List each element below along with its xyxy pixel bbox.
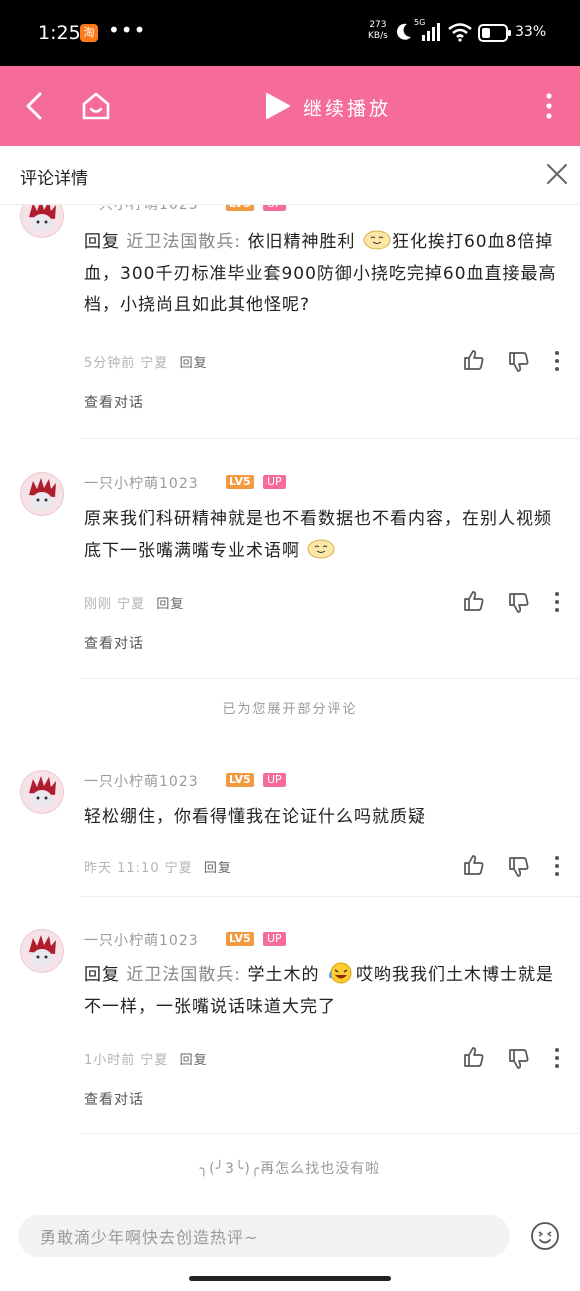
comment-text: 回复 近卫法国散兵: 学土木的 哎哟我我们土木博士就是不一样，一张嘴说话味道大完… [84,960,560,1023]
like-icon[interactable] [462,589,486,617]
comment-text-part: 轻松绷住，你看得懂我在论证什么吗就质疑 [84,807,426,827]
reply-prefix: 回复 [84,965,120,985]
comment-text: 原来我们科研精神就是也不看数据也不看内容，在别人视频底下一张嘴满嘴专业术语啊 [84,504,560,567]
home-icon[interactable] [80,90,112,126]
continue-playback-button[interactable]: 继续播放 [303,94,391,121]
more-vertical-icon[interactable] [553,591,561,617]
comment-text: 轻松绷住，你看得懂我在论证什么吗就质疑 [84,802,560,834]
comment-input[interactable] [38,1215,502,1259]
reply-button[interactable]: 回复 [180,356,208,371]
view-conversation-link[interactable]: 查看对话 [84,392,144,412]
up-badge: UP [263,475,286,489]
signal-label: 5G [414,18,426,27]
comment-time: 昨天 11:10 [84,861,160,876]
comment-username[interactable]: 一只小柠萌1023 [84,930,199,950]
comment-meta: 5分钟前 宁夏 回复 [84,352,208,371]
like-icon[interactable] [462,1045,486,1073]
divider [80,438,580,439]
up-badge: UP [263,773,286,787]
more-vertical-icon[interactable] [553,350,561,376]
comment-username[interactable]: 一只小柠萌1023 [84,771,199,791]
moon-icon [395,22,413,46]
reply-to-user[interactable]: 近卫法国散兵: [126,232,241,252]
comment-text-part: 依旧精神胜利 [241,232,356,252]
battery-percent: 33% [515,24,547,40]
comment-location: 宁夏 [117,597,146,612]
dislike-icon[interactable] [507,591,531,619]
dislike-icon[interactable] [507,855,531,883]
play-icon[interactable] [263,92,291,124]
comment-time: 1小时前 [84,1053,136,1068]
view-conversation-link[interactable]: 查看对话 [84,1089,144,1109]
avatar[interactable] [20,770,64,814]
network-speed-unit: KB/s [368,31,388,41]
dislike-icon[interactable] [507,350,531,378]
comment-meta: 刚刚 宁夏 回复 [84,593,184,612]
dislike-icon[interactable] [507,1047,531,1075]
laughing-tears-emoji-icon [328,962,352,984]
status-time: 1:25 [38,22,81,44]
status-bar: 1:25 淘 ••• 273 KB/s 5G 33% [0,0,580,66]
comment-location: 宁夏 [140,356,169,371]
network-speed: 273 KB/s [368,20,388,42]
comment-text: 回复 近卫法国散兵: 依旧精神胜利 狂化挨打60血8倍掉血，300千刃标准毕业套… [84,227,560,322]
comment-meta: 昨天 11:10 宁夏 回复 [84,857,232,876]
up-badge: UP [263,932,286,946]
avatar[interactable] [20,929,64,973]
comment-text-part: 学土木的 [241,965,320,985]
comment-detail-header: 评论详情 [0,146,580,205]
reply-prefix: 回复 [84,232,120,252]
reply-button[interactable]: 回复 [180,1053,208,1068]
level-badge: LV5 [226,932,254,946]
emoji-icon[interactable] [530,1221,560,1255]
divider [80,896,580,897]
home-indicator[interactable] [189,1276,391,1281]
divider [80,678,580,679]
more-vertical-icon[interactable] [543,92,555,124]
reply-button[interactable]: 回复 [204,861,232,876]
comment-time: 刚刚 [84,597,113,612]
rice-bowl-emoji-icon [307,539,335,558]
comment-username[interactable]: 一只小柠萌1023 [84,473,199,493]
page-title: 评论详情 [20,169,88,189]
reply-button[interactable]: 回复 [156,597,184,612]
comment-location: 宁夏 [164,861,193,876]
back-icon[interactable] [22,90,46,126]
status-more-dots: ••• [108,18,147,42]
taobao-app-icon: 淘 [80,24,98,42]
like-icon[interactable] [462,348,486,376]
more-vertical-icon[interactable] [553,1047,561,1073]
level-badge: LV5 [226,773,254,787]
network-speed-value: 273 [369,20,387,30]
battery-icon [478,24,512,46]
avatar[interactable] [20,472,64,516]
expanded-comments-note: 已为您展开部分评论 [222,702,358,717]
close-icon[interactable] [546,163,568,189]
reply-to-user[interactable]: 近卫法国散兵: [126,965,241,985]
comment-meta: 1小时前 宁夏 回复 [84,1049,208,1068]
comment-location: 宁夏 [140,1053,169,1068]
view-conversation-link[interactable]: 查看对话 [84,633,144,653]
divider [80,1133,580,1134]
wifi-icon [447,22,473,46]
level-badge: LV5 [226,475,254,489]
rice-bowl-emoji-icon [363,230,391,250]
comment-input-bar[interactable] [18,1215,510,1259]
more-vertical-icon[interactable] [553,855,561,881]
end-of-list-note: ╮(╯3╰)╭再怎么找也没有啦 [199,1161,381,1177]
like-icon[interactable] [462,853,486,881]
comment-time: 5分钟前 [84,356,136,371]
video-top-bar: 继续播放 [0,66,580,146]
